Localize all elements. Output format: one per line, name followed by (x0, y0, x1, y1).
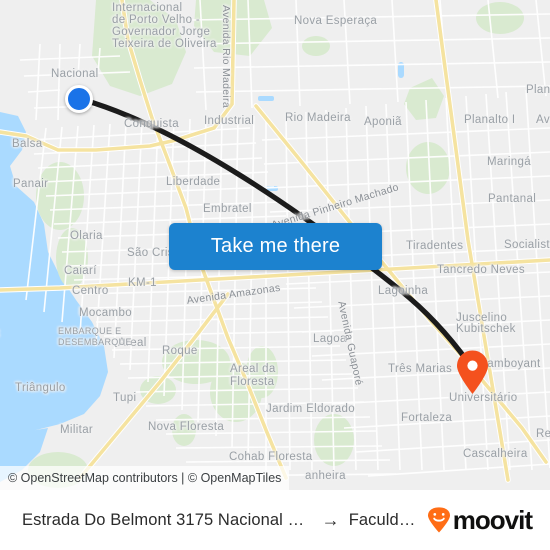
moovit-logo[interactable]: moovit (427, 505, 533, 535)
route-destination-label: Faculda... (348, 510, 419, 529)
take-me-there-button[interactable]: Take me there (169, 223, 382, 270)
moovit-pin-icon (427, 507, 450, 533)
origin-dot-marker[interactable] (65, 85, 93, 113)
map-attribution[interactable]: © OpenStreetMap contributors | © OpenMap… (0, 466, 290, 490)
route-summary: Estrada Do Belmont 3175 Nacional Por... … (22, 511, 419, 530)
moovit-wordmark: moovit (452, 505, 533, 535)
map-canvas[interactable]: Internacional de Porto Velho - Governador … (0, 0, 550, 490)
map-pin-icon (457, 350, 488, 394)
destination-pin-marker[interactable] (456, 350, 489, 395)
bottom-bar: Estrada Do Belmont 3175 Nacional Por... … (0, 490, 550, 550)
route-origin-label: Estrada Do Belmont 3175 Nacional Por... (22, 510, 313, 529)
arrow-right-icon: → (321, 510, 340, 530)
moovit-map-screen: Internacional de Porto Velho - Governador … (0, 0, 550, 550)
